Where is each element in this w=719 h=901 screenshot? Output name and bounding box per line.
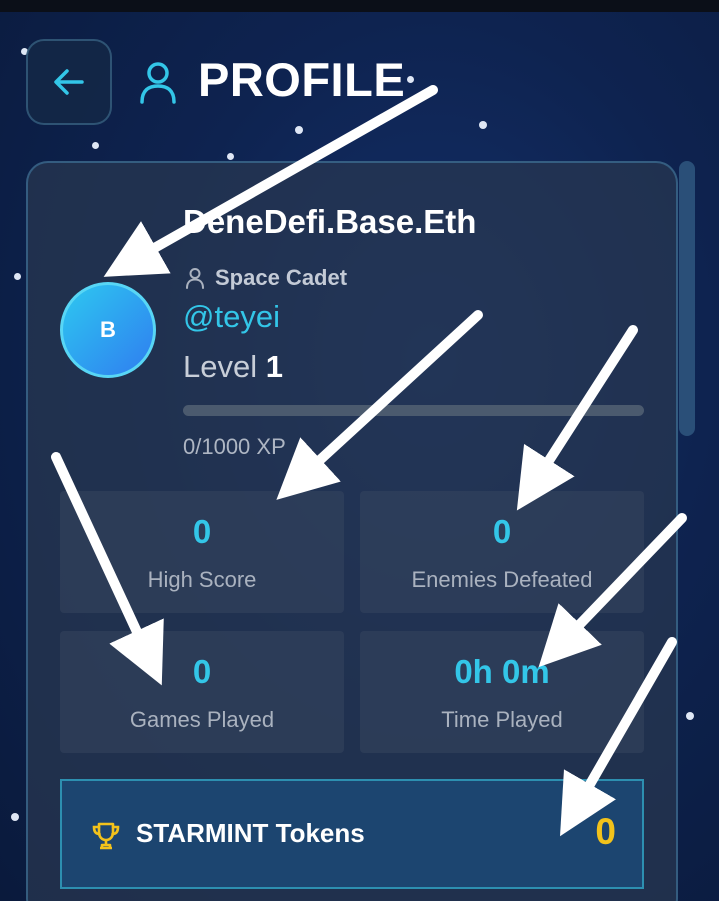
stat-label: Games Played [129,707,275,732]
status-bar [0,0,719,12]
level-row: Level 1 [183,349,283,385]
background-star [92,142,99,149]
background-star [295,126,303,134]
display-name: DeneDefi.Base.Eth [183,203,477,240]
tokens-value: 0 [595,811,616,852]
stat-enemies-defeated: 0 Enemies Defeated [360,491,644,613]
xp-progress-bar [183,405,644,416]
background-star [14,273,21,280]
xp-text: 0/1000 XP [183,434,286,459]
stat-value: 0 [192,513,212,550]
stat-value: 0h 0m [454,653,550,690]
page-title: PROFILE [198,53,406,106]
stat-value: 0 [192,653,212,690]
stat-value: 0 [492,513,512,550]
background-star [479,121,487,129]
avatar[interactable]: B [60,282,156,378]
person-icon [186,268,204,289]
level-value: 1 [265,349,283,384]
stat-high-score: 0 High Score [60,491,344,613]
background-star [227,153,234,160]
background-star [11,813,19,821]
stat-label: Enemies Defeated [411,567,593,592]
stat-label: Time Played [441,707,563,732]
stat-label: High Score [147,567,257,592]
background-star [407,76,414,83]
level-label: Level [183,349,258,384]
tokens-label: STARMINT Tokens [136,818,365,848]
arrow-left-icon [54,69,84,95]
user-icon [140,62,176,104]
scrollbar-thumb[interactable] [679,161,695,436]
back-button[interactable] [26,39,112,125]
stat-games-played: 0 Games Played [60,631,344,753]
tokens-panel: STARMINT Tokens 0 [60,779,644,889]
rank-label: Space Cadet [215,265,348,290]
trophy-icon [92,822,120,850]
stat-time-played: 0h 0m Time Played [360,631,644,753]
user-handle[interactable]: @teyei [183,299,280,335]
rank-row: Space Cadet [185,264,347,292]
